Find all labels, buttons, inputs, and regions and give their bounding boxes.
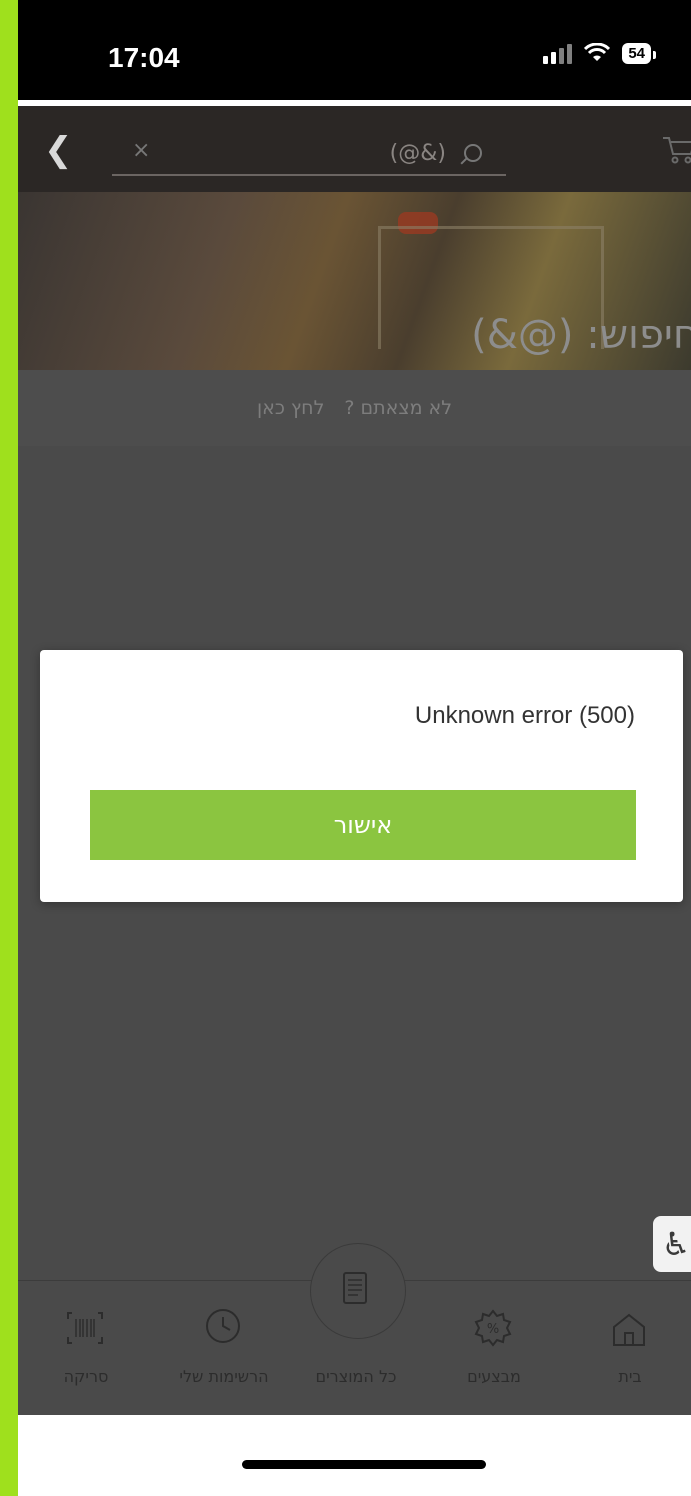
not-found-bar: לא מצאתם ? לחץ כאן <box>18 370 691 446</box>
back-arrow-icon[interactable]: ❮ <box>44 130 73 170</box>
nav-label-all-products: כל המוצרים <box>315 1367 397 1386</box>
search-input[interactable] <box>244 140 448 167</box>
nav-label-my-lists: הרשימות שלי <box>179 1367 269 1386</box>
search-icon[interactable] <box>464 144 482 162</box>
status-time: 17:04 <box>108 42 180 73</box>
percent-badge-icon: % <box>474 1309 512 1347</box>
nav-label-deals: מבצעים <box>467 1367 521 1386</box>
search-banner: חיפוש: (@&) <box>18 192 691 370</box>
accessibility-icon[interactable]: ♿ <box>653 1216 691 1272</box>
bottom-nav: סריקה הרשימות שלי כל המוצרים % מבצעים בי… <box>18 1243 691 1415</box>
nav-item-home[interactable]: בית <box>570 1281 690 1401</box>
error-message: Unknown error (500) <box>414 702 635 729</box>
clear-search-icon[interactable]: × <box>132 138 150 163</box>
nav-label-scan: סריקה <box>63 1367 109 1386</box>
top-bar: ❮ × <box>18 106 691 192</box>
home-indicator[interactable] <box>242 1460 486 1469</box>
status-bar: 17:04 54 <box>18 0 691 100</box>
home-icon <box>613 1313 645 1346</box>
list-icon <box>343 1272 367 1304</box>
nav-item-deals[interactable]: % מבצעים <box>434 1281 554 1401</box>
error-dialog: Unknown error (500) אישור <box>40 650 683 902</box>
app-content: ❮ × חיפוש: (@&) לא מצאתם ? לחץ כאן Unkno… <box>18 106 691 1415</box>
nav-item-all-products[interactable]: כל המוצרים <box>296 1272 416 1401</box>
barcode-icon <box>67 1312 103 1344</box>
battery-icon: 54 <box>622 42 656 64</box>
search-bar[interactable]: × <box>112 134 506 176</box>
click-here-link[interactable]: לחץ כאן <box>257 397 324 419</box>
svg-text:%: % <box>487 1322 499 1337</box>
nav-label-home: בית <box>618 1367 642 1386</box>
nav-item-my-lists[interactable]: הרשימות שלי <box>164 1281 284 1401</box>
signal-icon <box>543 42 573 64</box>
clock-icon <box>206 1309 240 1343</box>
not-found-question: לא מצאתם ? <box>344 397 453 419</box>
phone-screen: 17:04 54 ❮ × (@&) חיפוש: (@&) לא מצאתם ?… <box>18 0 691 1496</box>
ok-button[interactable]: אישור <box>90 790 636 860</box>
search-results-title: חיפוש: (@&) <box>471 312 691 358</box>
nav-item-scan[interactable]: סריקה <box>26 1281 146 1401</box>
cart-icon[interactable] <box>661 134 691 164</box>
status-icons: 54 <box>543 42 656 64</box>
wifi-icon <box>584 43 611 61</box>
